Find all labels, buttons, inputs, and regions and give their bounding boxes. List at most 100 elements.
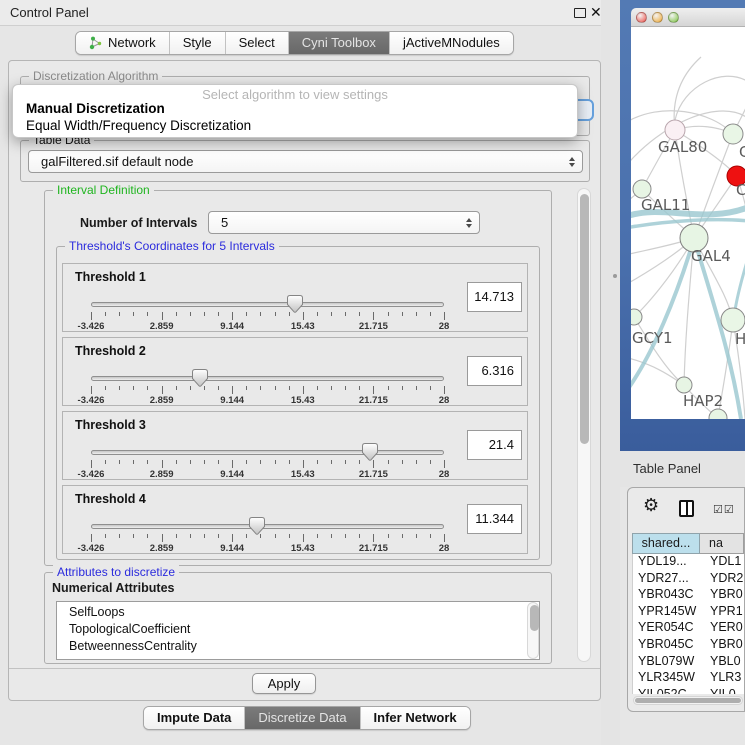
number-of-intervals-value: 5 — [221, 215, 228, 230]
cell-shared-name[interactable]: YBR043C — [633, 587, 701, 604]
list-scrollbar[interactable] — [527, 602, 539, 659]
cell-name[interactable]: YLR3 — [701, 670, 744, 687]
threshold-value-field[interactable]: 11.344 — [467, 504, 522, 534]
threshold-label: Threshold 2 — [75, 344, 146, 358]
close-icon[interactable]: ✕ — [590, 3, 602, 21]
cell-name[interactable]: YDR2 — [701, 571, 744, 588]
tab-discretize-data[interactable]: Discretize Data — [244, 707, 359, 729]
threshold-1-panel: Threshold 1 -3.4262.8599.14415.4321.7152… — [62, 263, 528, 332]
list-item-topologicalcoefficient[interactable]: TopologicalCoefficient — [57, 621, 539, 638]
slider-thumb[interactable] — [362, 443, 378, 461]
list-item-betweennesscentrality[interactable]: BetweennessCentrality — [57, 638, 539, 655]
checkboxes-icon[interactable]: ☑☑ — [713, 503, 735, 516]
cell-shared-name[interactable]: YDL19... — [633, 554, 701, 571]
threshold-label: Threshold 1 — [75, 270, 146, 284]
panel-divider[interactable] — [601, 0, 620, 745]
table-data-combobox[interactable]: galFiltered.sif default node — [28, 150, 583, 173]
table-row[interactable]: YIL052CYIL0 — [633, 687, 744, 694]
tab-jactivemnodules[interactable]: jActiveMNodules — [389, 32, 513, 54]
slider-track[interactable] — [91, 302, 444, 307]
cell-shared-name[interactable]: YLR345W — [633, 670, 701, 687]
minimize-traffic-light[interactable] — [652, 12, 663, 23]
column-header-shared[interactable]: shared... — [632, 533, 700, 554]
slider-tick-labels: -3.4262.8599.14415.4321.71528 — [91, 469, 444, 479]
network-node[interactable] — [665, 120, 685, 140]
slider-track[interactable] — [91, 450, 444, 455]
cell-shared-name[interactable]: YBR045C — [633, 637, 701, 654]
combo-arrows-icon — [466, 218, 472, 228]
network-node[interactable] — [709, 409, 727, 419]
tab-label: Impute Data — [157, 707, 231, 729]
table-row[interactable]: YDR27...YDR2 — [633, 571, 744, 588]
network-view-canvas[interactable]: GAL80GAL11GAL4GCY1HAP2GACH — [631, 27, 745, 419]
splitter-handle[interactable] — [613, 274, 617, 278]
tab-style[interactable]: Style — [169, 32, 225, 54]
slider-track[interactable] — [91, 524, 444, 529]
cell-name[interactable]: YBL0 — [701, 654, 744, 671]
cell-name[interactable]: YDL1 — [701, 554, 744, 571]
close-traffic-light[interactable] — [636, 12, 647, 23]
cell-name[interactable]: YBR0 — [701, 637, 744, 654]
network-node-label: H — [735, 330, 745, 348]
cell-shared-name[interactable]: YIL052C — [633, 687, 701, 694]
table-row[interactable]: YER054CYER0 — [633, 620, 744, 637]
network-window-titlebar[interactable] — [631, 8, 745, 27]
columns-icon[interactable] — [679, 500, 694, 517]
cell-name[interactable]: YIL0 — [701, 687, 744, 694]
slider-thumb[interactable] — [249, 517, 265, 535]
slider-track[interactable] — [91, 376, 444, 381]
list-scrollbar-thumb[interactable] — [530, 605, 539, 631]
table-row[interactable]: YLR345WYLR3 — [633, 670, 744, 687]
cell-shared-name[interactable]: YPR145W — [633, 604, 701, 621]
threshold-4-panel: Threshold 4 -3.4262.8599.14415.4321.7152… — [62, 485, 528, 554]
cell-name[interactable]: YER0 — [701, 620, 744, 637]
table-row[interactable]: YPR145WYPR1 — [633, 604, 744, 621]
cell-shared-name[interactable]: YER054C — [633, 620, 701, 637]
list-item-selfloops[interactable]: SelfLoops — [57, 602, 539, 621]
cell-name[interactable]: YBR0 — [701, 587, 744, 604]
network-node[interactable] — [676, 377, 692, 393]
numerical-attributes-list[interactable]: SelfLoops TopologicalCoefficient Between… — [56, 601, 540, 660]
slider-thumb[interactable] — [287, 295, 303, 313]
slider-tick-labels: -3.4262.8599.14415.4321.71528 — [91, 321, 444, 331]
table-row[interactable]: YBR043CYBR0 — [633, 587, 744, 604]
slider-thumb[interactable] — [192, 369, 208, 387]
table-rows[interactable]: YDL19...YDL1YDR27...YDR2YBR043CYBR0YPR14… — [632, 554, 744, 694]
threshold-value-field[interactable]: 14.713 — [467, 282, 522, 312]
threshold-value-field[interactable]: 6.316 — [467, 356, 522, 386]
tab-label: Network — [108, 32, 156, 54]
tab-select[interactable]: Select — [225, 32, 288, 54]
control-panel-titlebar — [0, 0, 601, 26]
table-hscrollbar[interactable] — [633, 696, 743, 705]
network-node[interactable] — [721, 308, 745, 332]
network-node-label: GCY1 — [632, 329, 673, 347]
number-of-intervals-combobox[interactable]: 5 — [208, 211, 480, 234]
tab-network[interactable]: Network — [76, 32, 169, 54]
zoom-traffic-light[interactable] — [668, 12, 679, 23]
table-row[interactable]: YDL19...YDL1 — [633, 554, 744, 571]
network-node[interactable] — [723, 124, 743, 144]
cyni-bottom-tabs: Impute Data Discretize Data Infer Networ… — [143, 706, 471, 730]
slider-tick-labels: -3.4262.8599.14415.4321.71528 — [91, 395, 444, 405]
table-row[interactable]: YBL079WYBL0 — [633, 654, 744, 671]
threshold-value-field[interactable]: 21.4 — [467, 430, 522, 460]
apply-button[interactable]: Apply — [252, 673, 316, 694]
network-node[interactable] — [631, 309, 642, 325]
column-header-name[interactable]: na — [700, 533, 744, 554]
float-window-icon[interactable] — [574, 8, 586, 18]
panel-scrollbar-thumb[interactable] — [580, 194, 589, 444]
cell-shared-name[interactable]: YDR27... — [633, 571, 701, 588]
cell-name[interactable]: YPR1 — [701, 604, 744, 621]
table-hscrollbar-thumb[interactable] — [635, 698, 741, 703]
tab-infer-network[interactable]: Infer Network — [360, 707, 470, 729]
cell-shared-name[interactable]: YBL079W — [633, 654, 701, 671]
dropdown-item-equal-width-frequency[interactable]: Equal Width/Frequency Discretization — [26, 117, 251, 134]
tab-impute-data[interactable]: Impute Data — [144, 707, 244, 729]
dropdown-item-manual-discretization[interactable]: Manual Discretization — [26, 100, 165, 117]
table-row[interactable]: YBR045CYBR0 — [633, 637, 744, 654]
panel-scrollbar[interactable] — [577, 188, 591, 662]
tab-cyni-toolbox[interactable]: Cyni Toolbox — [288, 32, 389, 54]
table-header-row: shared... na — [632, 533, 744, 554]
gear-icon[interactable]: ⚙ — [643, 495, 659, 515]
network-node-label: HAP2 — [683, 392, 723, 410]
